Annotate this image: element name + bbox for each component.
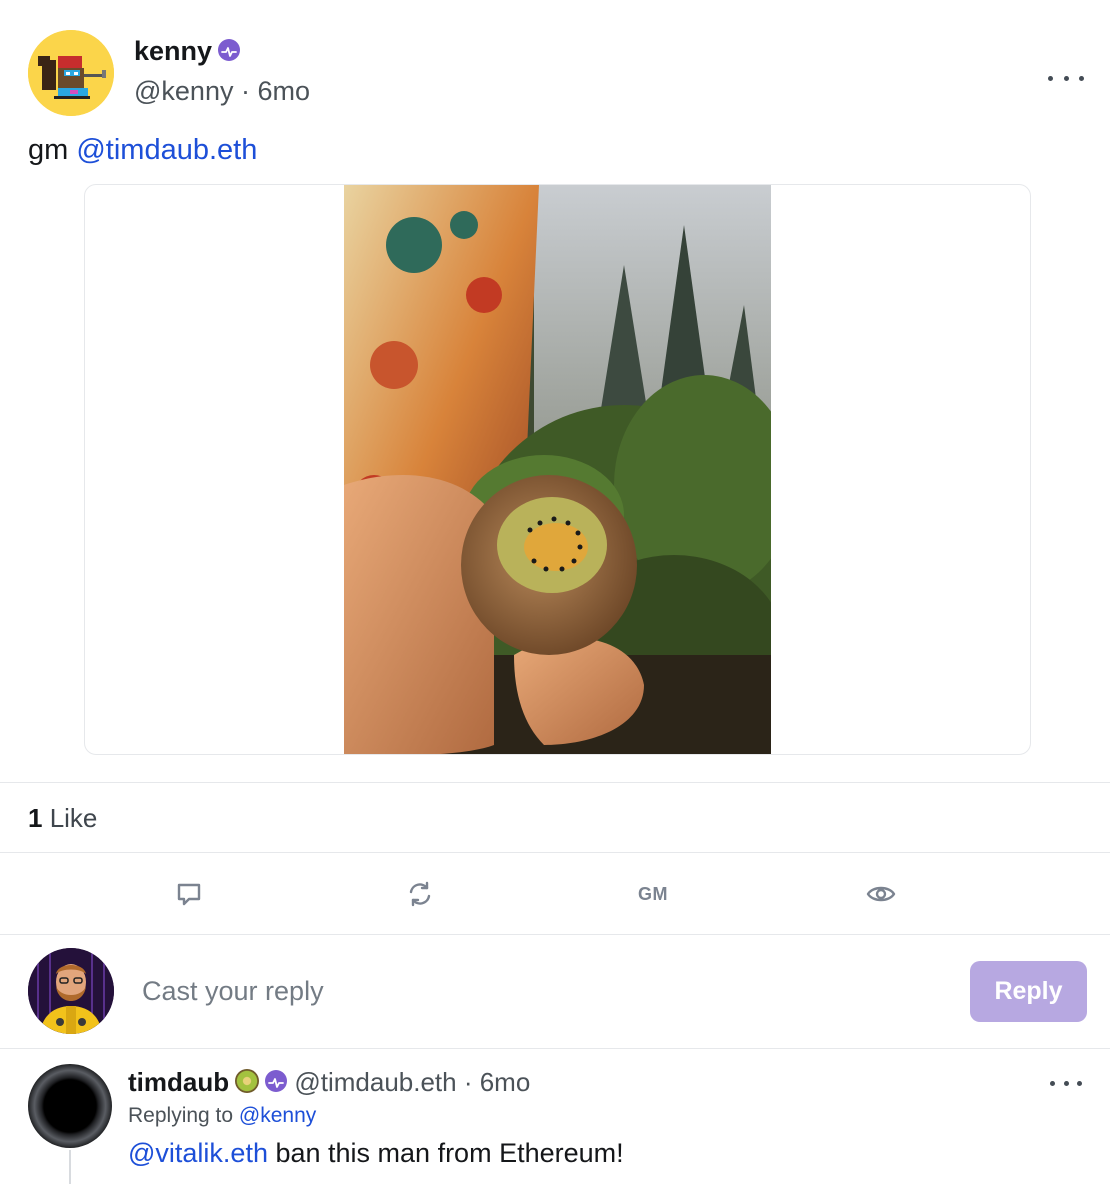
post-text-prefix: gm	[28, 134, 77, 166]
author-name[interactable]: kenny	[134, 36, 241, 67]
replying-to-prefix: Replying to	[128, 1104, 239, 1127]
recast-icon	[409, 881, 431, 907]
eye-icon	[866, 886, 896, 902]
divider	[0, 1048, 1110, 1049]
likes-count[interactable]: 1 Like	[28, 803, 97, 834]
activity-badge-icon	[265, 1070, 288, 1093]
reply-author-row: timdaub @timdaub.eth · 6mo	[128, 1067, 530, 1098]
reply-button[interactable]: Reply	[970, 961, 1087, 1022]
likes-label: Like	[42, 803, 98, 833]
replying-to-link[interactable]: @kenny	[239, 1104, 316, 1127]
author-meta: @kenny · 6mo	[134, 76, 310, 107]
reply-age: 6mo	[479, 1067, 531, 1097]
kiwi-photo-image[interactable]	[344, 185, 771, 755]
reply-author-name[interactable]: timdaub	[128, 1067, 229, 1097]
post-header: kenny @kenny · 6mo	[28, 30, 1088, 120]
reply-action-button[interactable]	[171, 876, 207, 912]
more-dot-icon	[1063, 75, 1069, 81]
divider	[0, 934, 1110, 935]
user-avatar-icon	[28, 948, 114, 1034]
media-embed[interactable]	[84, 184, 1031, 755]
gm-action-button[interactable]: GM	[632, 876, 674, 912]
replying-to-line: Replying to @kenny	[128, 1104, 316, 1128]
more-dot-icon	[1079, 75, 1084, 81]
more-dot-icon	[1077, 1080, 1082, 1086]
cast-detail-page: kenny @kenny · 6mo gm @timdaub.eth 1 Lik…	[0, 0, 1110, 1184]
avatar[interactable]	[28, 30, 114, 116]
divider	[0, 852, 1110, 853]
reply-author-avatar[interactable]	[28, 1064, 112, 1148]
author-name-text[interactable]: kenny	[134, 36, 212, 66]
gm-label: GM	[638, 883, 668, 904]
watch-action-button[interactable]	[863, 876, 899, 912]
mention-link[interactable]: @vitalik.eth	[128, 1138, 268, 1168]
divider	[0, 782, 1110, 783]
post-age: 6mo	[257, 76, 310, 106]
meta-separator: ·	[456, 1067, 480, 1097]
current-user-avatar[interactable]	[28, 948, 114, 1034]
more-options-button[interactable]	[1048, 68, 1084, 88]
recast-action-button[interactable]	[402, 876, 438, 912]
meta-separator: ·	[233, 76, 258, 106]
more-dot-icon	[1048, 75, 1053, 81]
more-dot-icon	[1050, 1080, 1055, 1086]
reply-input[interactable]	[130, 962, 930, 1020]
comment-icon	[177, 883, 201, 906]
post-text: gm @timdaub.eth	[28, 134, 257, 167]
squirrel-avatar-icon	[28, 30, 114, 116]
reply-author-handle[interactable]: @timdaub.eth	[294, 1067, 456, 1097]
author-handle[interactable]: @kenny	[134, 76, 233, 106]
thread-connector-line	[69, 1150, 71, 1184]
likes-number: 1	[28, 803, 43, 833]
reply-text-body: ban this man from Ethereum!	[267, 1138, 624, 1168]
reply-text: @vitalik.eth ban this man from Ethereum!	[128, 1138, 624, 1169]
mention-link[interactable]: @timdaub.eth	[76, 134, 257, 166]
reply-more-options-button[interactable]	[1050, 1074, 1082, 1092]
more-dot-icon	[1063, 1080, 1069, 1086]
kiwi-badge-icon	[235, 1069, 260, 1094]
activity-badge-icon	[218, 38, 241, 61]
